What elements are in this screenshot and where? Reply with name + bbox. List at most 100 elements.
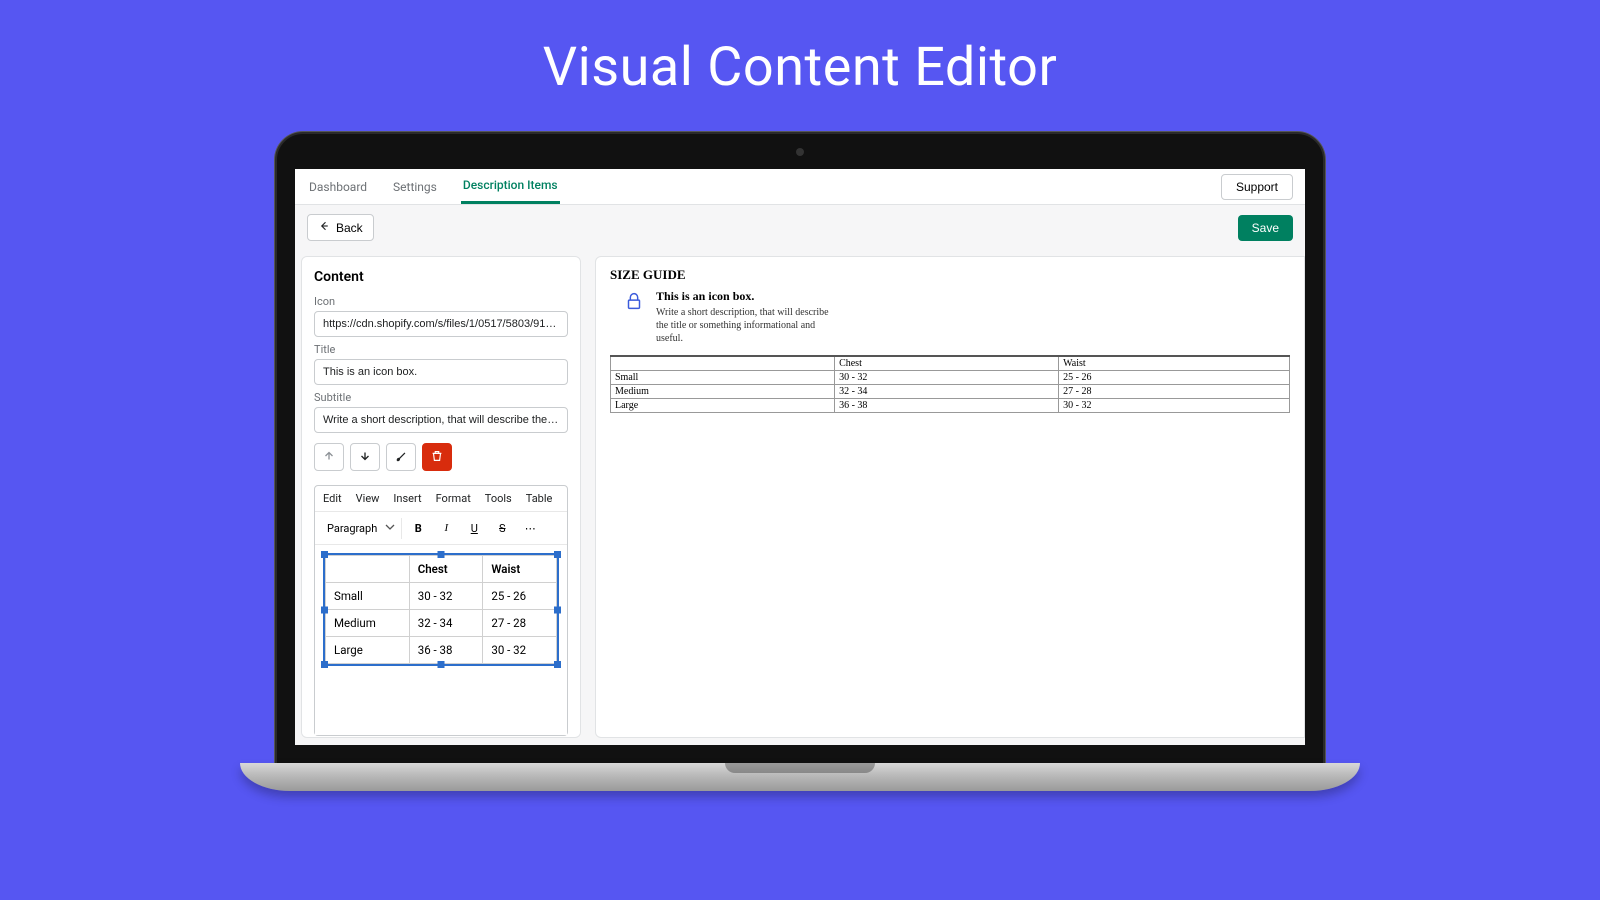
rte-menu-table[interactable]: Table [526, 492, 553, 505]
back-label: Back [336, 221, 363, 235]
tab-dashboard[interactable]: Dashboard [307, 169, 369, 204]
content-panel: Content Icon Title Subtitle [301, 256, 581, 738]
move-up-button[interactable] [314, 443, 344, 471]
table-cell[interactable]: 27 - 28 [483, 610, 557, 637]
save-button[interactable]: Save [1238, 215, 1293, 241]
italic-button[interactable]: I [434, 516, 458, 540]
arrow-up-icon [322, 449, 336, 466]
preview-th: Chest [835, 356, 1059, 371]
title-input[interactable] [314, 359, 568, 385]
table-cell[interactable]: 30 - 32 [483, 637, 557, 664]
table-cell[interactable]: Large [326, 637, 410, 664]
table-header[interactable]: Chest [409, 556, 483, 583]
editor-table-selection[interactable]: Chest Waist Small 30 - 32 25 - 26 [323, 553, 559, 666]
table-cell[interactable]: 32 - 34 [409, 610, 483, 637]
more-icon: ⋯ [525, 522, 536, 535]
move-down-button[interactable] [350, 443, 380, 471]
delete-button[interactable] [422, 443, 452, 471]
subheader: Back Save [295, 205, 1305, 250]
preview-th [611, 356, 835, 371]
tab-settings[interactable]: Settings [391, 169, 439, 204]
preview-cell: 36 - 38 [835, 399, 1059, 413]
table-row[interactable]: Large 36 - 38 30 - 32 [326, 637, 557, 664]
more-button[interactable]: ⋯ [518, 516, 542, 540]
icon-label: Icon [314, 295, 568, 308]
preview-row: Medium 32 - 34 27 - 28 [611, 385, 1290, 399]
laptop-notch [725, 763, 875, 773]
screen: Dashboard Settings Description Items Sup… [295, 169, 1305, 745]
laptop-base [240, 763, 1360, 791]
rte-toolbar: Paragraph B I U S ⋯ [315, 512, 567, 545]
arrow-down-icon [358, 449, 372, 466]
table-cell[interactable]: 25 - 26 [483, 583, 557, 610]
style-button[interactable] [386, 443, 416, 471]
resize-handle[interactable] [438, 551, 445, 558]
resize-handle[interactable] [321, 606, 328, 613]
camera-icon [796, 148, 804, 156]
table-cell[interactable]: 36 - 38 [409, 637, 483, 664]
subtitle-input[interactable] [314, 407, 568, 433]
table-row[interactable]: Small 30 - 32 25 - 26 [326, 583, 557, 610]
preview-iconbox-title: This is an icon box. [656, 289, 836, 304]
preview-cell: 25 - 26 [1059, 371, 1290, 385]
rte-menu-tools[interactable]: Tools [485, 492, 512, 505]
arrow-left-icon [318, 220, 330, 235]
chevron-down-icon [385, 522, 395, 535]
resize-handle[interactable] [554, 661, 561, 668]
preview-title: SIZE GUIDE [610, 267, 1290, 283]
table-header[interactable] [326, 556, 410, 583]
rich-text-editor: Edit View Insert Format Tools Table Para… [314, 485, 568, 736]
preview-panel: SIZE GUIDE This is an icon box. Write a … [595, 256, 1305, 738]
brush-icon [394, 449, 408, 466]
preview-cell: 30 - 32 [835, 371, 1059, 385]
preview-table: Chest Waist Small 30 - 32 25 - 26 Medium [610, 355, 1290, 413]
resize-handle[interactable] [321, 551, 328, 558]
section-title: Content [314, 269, 568, 285]
rte-menu-insert[interactable]: Insert [393, 492, 421, 505]
table-row[interactable]: Medium 32 - 34 27 - 28 [326, 610, 557, 637]
tab-description-items[interactable]: Description Items [461, 169, 560, 204]
preview-th: Waist [1059, 356, 1290, 371]
bold-icon: B [415, 522, 422, 535]
preview-iconbox-subtitle: Write a short description, that will des… [656, 306, 836, 345]
resize-handle[interactable] [438, 661, 445, 668]
title-label: Title [314, 343, 568, 356]
preview-row: Large 36 - 38 30 - 32 [611, 399, 1290, 413]
icon-input[interactable] [314, 311, 568, 337]
block-style-label: Paragraph [327, 522, 377, 535]
underline-icon: U [471, 522, 478, 535]
preview-row: Small 30 - 32 25 - 26 [611, 371, 1290, 385]
support-button[interactable]: Support [1221, 174, 1293, 200]
block-style-dropdown[interactable]: Paragraph [321, 518, 402, 539]
strike-button[interactable]: S [490, 516, 514, 540]
editor-table[interactable]: Chest Waist Small 30 - 32 25 - 26 [325, 555, 557, 664]
table-cell[interactable]: 30 - 32 [409, 583, 483, 610]
lock-icon [622, 289, 646, 313]
bold-button[interactable]: B [406, 516, 430, 540]
rte-content[interactable]: Chest Waist Small 30 - 32 25 - 26 [315, 545, 567, 735]
item-actions [314, 443, 568, 471]
back-button[interactable]: Back [307, 214, 374, 241]
rte-menu-format[interactable]: Format [436, 492, 471, 505]
rte-menu-view[interactable]: View [356, 492, 380, 505]
laptop-frame: Dashboard Settings Description Items Sup… [275, 132, 1325, 791]
table-cell[interactable]: Medium [326, 610, 410, 637]
rte-menu: Edit View Insert Format Tools Table [315, 486, 567, 512]
italic-icon: I [444, 522, 448, 534]
preview-cell: Small [611, 371, 835, 385]
resize-handle[interactable] [554, 606, 561, 613]
subtitle-label: Subtitle [314, 391, 568, 404]
editor-body: Content Icon Title Subtitle [295, 250, 1305, 745]
preview-cell: Large [611, 399, 835, 413]
table-cell[interactable]: Small [326, 583, 410, 610]
underline-button[interactable]: U [462, 516, 486, 540]
strike-icon: S [499, 522, 506, 535]
rte-menu-edit[interactable]: Edit [323, 492, 342, 505]
table-header[interactable]: Waist [483, 556, 557, 583]
preview-cell: 30 - 32 [1059, 399, 1290, 413]
preview-iconbox: This is an icon box. Write a short descr… [622, 289, 1290, 345]
preview-cell: 27 - 28 [1059, 385, 1290, 399]
resize-handle[interactable] [321, 661, 328, 668]
resize-handle[interactable] [554, 551, 561, 558]
preview-cell: 32 - 34 [835, 385, 1059, 399]
